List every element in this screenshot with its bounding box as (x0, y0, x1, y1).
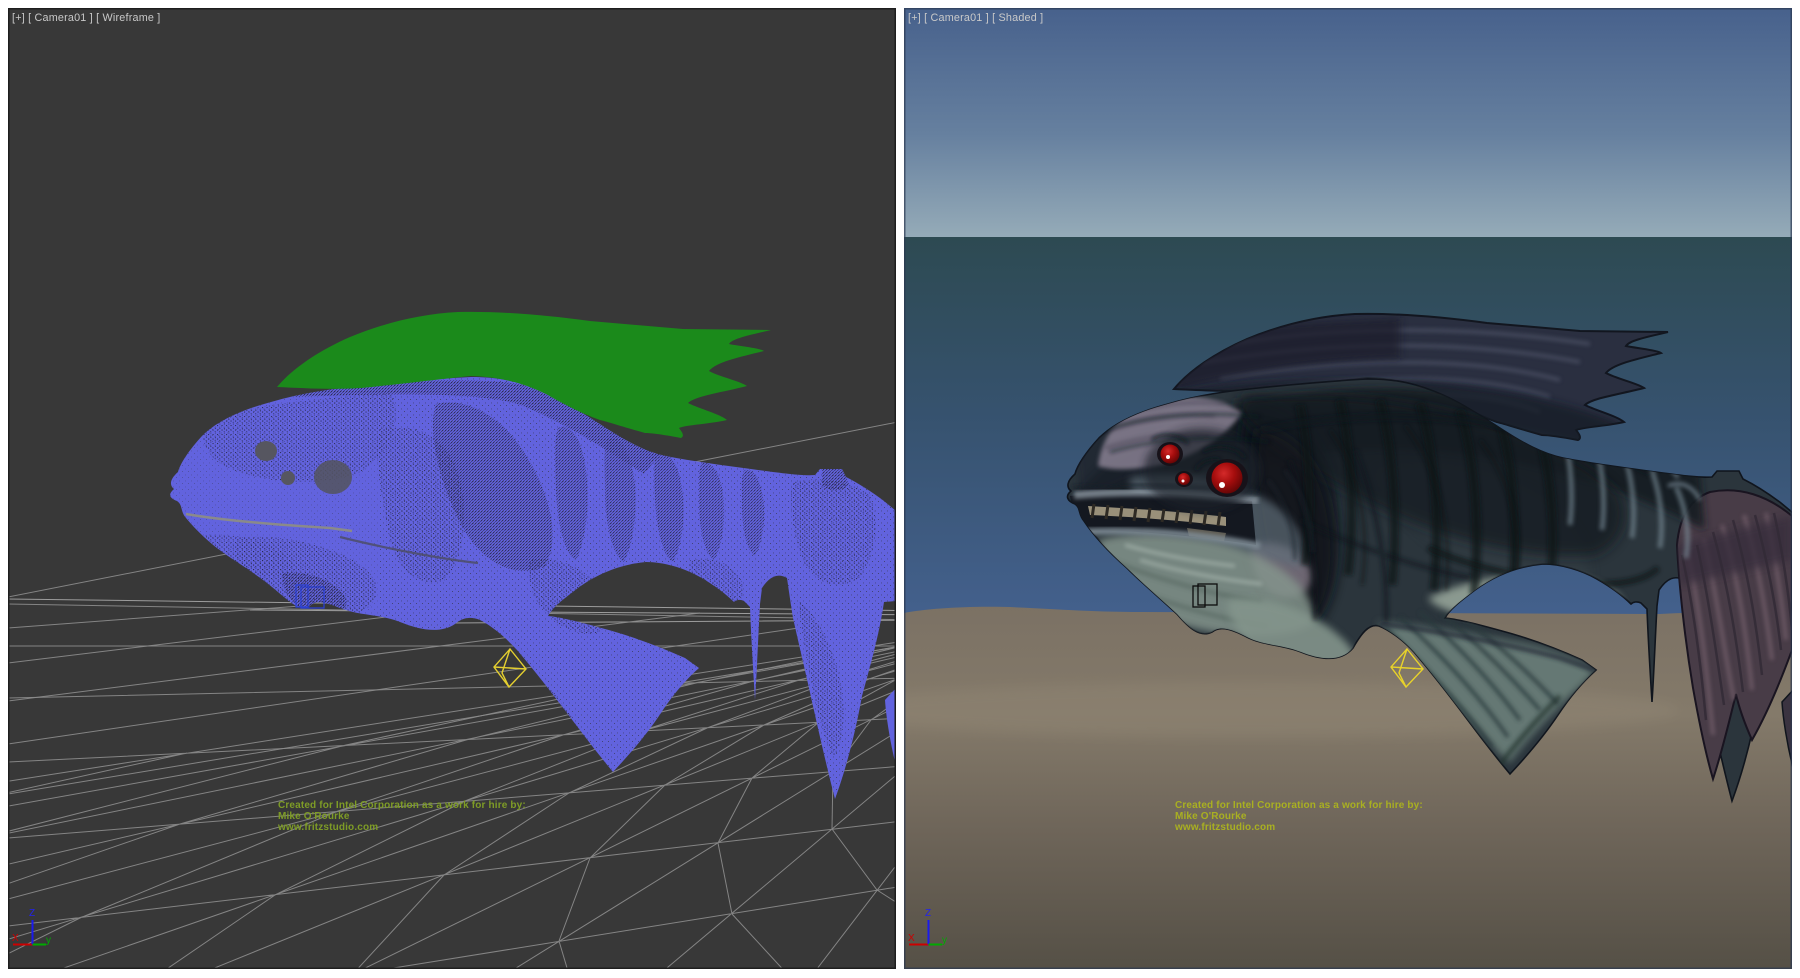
svg-text:y: y (942, 935, 947, 946)
svg-text:Z: Z (29, 908, 35, 919)
svg-text:y: y (46, 935, 51, 946)
svg-text:X: X (908, 933, 915, 944)
svg-text:X: X (12, 933, 19, 944)
svg-text:Z: Z (925, 908, 931, 919)
